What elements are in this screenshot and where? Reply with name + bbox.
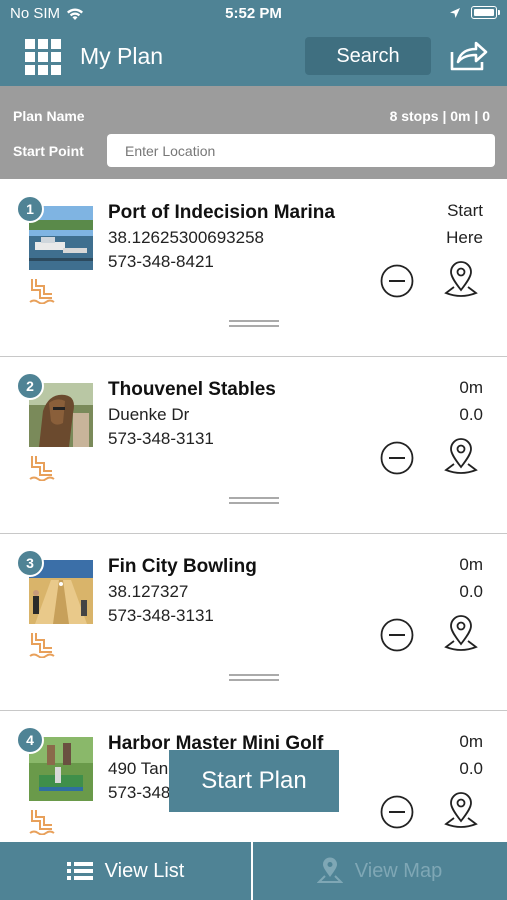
stop-number-badge: 4	[16, 726, 44, 754]
map-pin-icon[interactable]	[443, 437, 479, 477]
stop-distance-value: 0.0	[459, 759, 483, 778]
stop-phone[interactable]: 573-348-3131	[108, 606, 214, 626]
start-plan-button[interactable]: Start Plan	[169, 750, 339, 812]
stop-distance-value: Here	[446, 228, 483, 247]
list-icon	[66, 862, 93, 880]
stop-distance-value: 0.0	[459, 582, 483, 601]
tab-view-map[interactable]: View Map	[253, 842, 506, 900]
stop-name: Port of Indecision Marina	[108, 202, 335, 223]
plan-name-label: Plan Name	[13, 108, 85, 124]
stop-address: 38.12625300693258	[108, 228, 264, 247]
tab-view-list-label: View List	[104, 859, 185, 882]
drag-handle[interactable]	[229, 320, 279, 328]
stop-phone[interactable]: 573-348-8421	[108, 252, 214, 272]
stop-phone[interactable]: 573-348	[108, 783, 170, 803]
water-category-icon	[29, 633, 55, 658]
tab-view-map-label: View Map	[354, 859, 443, 882]
remove-stop-icon[interactable]	[380, 441, 414, 475]
location-arrow-icon	[450, 7, 460, 18]
map-marker-icon	[316, 857, 343, 883]
map-pin-icon[interactable]	[443, 791, 479, 831]
water-category-icon	[29, 279, 55, 304]
search-button[interactable]: Search	[305, 37, 431, 75]
start-location-input[interactable]	[107, 134, 495, 167]
map-pin-icon[interactable]	[443, 260, 479, 300]
stop-card[interactable]: 1 Port of Indecision Marina 38.126253006…	[0, 180, 507, 357]
stop-number-badge: 3	[16, 549, 44, 577]
drag-handle[interactable]	[229, 497, 279, 505]
stop-name: Thouvenel Stables	[108, 379, 276, 400]
stop-distance: 0m	[459, 555, 483, 574]
stop-card[interactable]: 2 Thouvenel Stables Duenke Dr 573-348-31…	[0, 357, 507, 534]
stop-phone[interactable]: 573-348-3131	[108, 429, 214, 449]
tab-view-list[interactable]: View List	[0, 842, 253, 900]
water-category-icon	[29, 456, 55, 481]
stop-distance-value: 0.0	[459, 405, 483, 424]
stop-distance: 0m	[459, 378, 483, 397]
plan-stats: 8 stops | 0m | 0	[389, 108, 490, 124]
stops-list: 1 Port of Indecision Marina 38.126253006…	[0, 180, 507, 842]
start-point-label: Start Point	[13, 143, 84, 159]
plan-info-bar: Plan Name 8 stops | 0m | 0 Start Point	[0, 86, 507, 179]
battery-icon	[471, 6, 500, 19]
drag-handle[interactable]	[229, 674, 279, 682]
stop-address: 490 Tan	[108, 759, 169, 778]
share-icon[interactable]	[448, 40, 488, 72]
map-pin-icon[interactable]	[443, 614, 479, 654]
remove-stop-icon[interactable]	[380, 795, 414, 829]
status-bar: No SIM 5:52 PM	[0, 0, 507, 28]
stop-card[interactable]: 3 Fin City Bowling 38.127327 573-348-313…	[0, 534, 507, 711]
stop-address: Duenke Dr	[108, 405, 190, 424]
stop-number-badge: 1	[16, 195, 44, 223]
stop-distance: 0m	[459, 732, 483, 751]
stop-number-badge: 2	[16, 372, 44, 400]
app-header: My Plan Search	[0, 28, 507, 86]
remove-stop-icon[interactable]	[380, 264, 414, 298]
stop-address: 38.127327	[108, 582, 189, 601]
menu-grid-icon[interactable]	[25, 39, 61, 75]
stop-name: Fin City Bowling	[108, 556, 257, 577]
remove-stop-icon[interactable]	[380, 618, 414, 652]
stop-distance: Start	[447, 201, 483, 220]
bottom-tab-bar: View List View Map	[0, 842, 507, 900]
page-title: My Plan	[80, 43, 164, 69]
water-category-icon	[29, 810, 55, 835]
clock: 5:52 PM	[225, 5, 282, 22]
